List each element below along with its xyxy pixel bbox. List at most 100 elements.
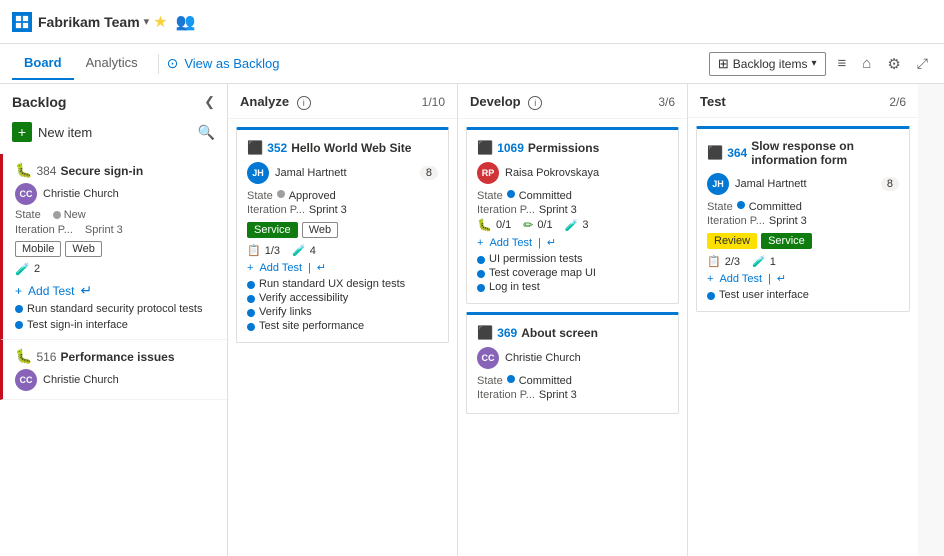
- state-val-369: Committed: [519, 375, 572, 387]
- test-label-1069-2: Log in test: [489, 281, 540, 293]
- wi-id-364: 364: [727, 146, 747, 160]
- wi-352-state: State Approved: [247, 190, 438, 202]
- wi-test-352-3: Test site performance: [247, 320, 438, 332]
- test-dot-1069-2: [477, 284, 485, 292]
- backlog-card-384: 🐛 384 Secure sign-in CC Christie Church …: [0, 154, 227, 340]
- new-item-label: New item: [38, 125, 92, 140]
- add-test-label-1069: Add Test: [489, 237, 532, 249]
- nav-bar: Board Analytics ⊙ View as Backlog ⊞ Back…: [0, 44, 944, 84]
- flask-1069: 3: [582, 219, 588, 231]
- backlog-column: Backlog ❮ + New item 🔍 🐛 384 Secure sign…: [0, 84, 228, 556]
- wi-test-352-2: Verify links: [247, 306, 438, 318]
- search-icon[interactable]: 🔍: [198, 124, 215, 141]
- wi-card-364: ⬛ 364 Slow response on information form …: [696, 126, 910, 312]
- card-384-header: 🐛 384 Secure sign-in: [15, 162, 215, 179]
- add-test-label-352: Add Test: [259, 262, 302, 274]
- test-prog-1069: 0/1: [537, 219, 552, 231]
- state-val-1069: Committed: [519, 190, 572, 202]
- backlog-items-btn[interactable]: ⊞ Backlog items ▾: [709, 52, 826, 76]
- fullscreen-icon[interactable]: ⤢: [913, 51, 932, 76]
- wi-title-1069[interactable]: Permissions: [528, 141, 599, 155]
- develop-column: Develop i 3/6 ⬛ 1069 Permissions RP: [458, 84, 688, 556]
- wi-1069-progress: 🐛 0/1 ✏ 0/1 🧪 3: [477, 218, 668, 232]
- tab-analytics[interactable]: Analytics: [74, 47, 150, 80]
- iteration-384: Sprint 3: [85, 224, 123, 236]
- flask-364: 1: [770, 256, 776, 268]
- wi-369-header: ⬛ 369 About screen: [477, 325, 668, 341]
- refresh-icon-1069: ↵: [547, 236, 556, 249]
- nav-divider: [158, 54, 159, 74]
- test-dot-352-3: [247, 323, 255, 331]
- nav-right: ⊞ Backlog items ▾ ≡ ⌂ ⚙ ⤢: [709, 51, 932, 77]
- avatar-jamal-364: JH: [707, 173, 729, 195]
- wi-364-iter: Iteration P... Sprint 3: [707, 215, 899, 227]
- wi-title-369[interactable]: About screen: [521, 326, 598, 340]
- tab-board[interactable]: Board: [12, 47, 74, 80]
- add-test-364[interactable]: + Add Test | ↵: [707, 272, 899, 285]
- backlog-collapse-icon[interactable]: ❮: [204, 94, 215, 110]
- view-as-icon: ⊙: [167, 55, 179, 72]
- add-test-384[interactable]: + Add Test ↵: [15, 282, 215, 299]
- wi-364-header: ⬛ 364 Slow response on information form: [707, 139, 899, 167]
- team-name[interactable]: Fabrikam Team: [38, 14, 140, 30]
- wi-test-1069-0: UI permission tests: [477, 253, 668, 265]
- wi-title-352[interactable]: Hello World Web Site: [291, 141, 411, 155]
- card-516-id: 516: [36, 350, 56, 364]
- bug-prog-1069: 0/1: [496, 219, 511, 231]
- filter-icon[interactable]: ⌂: [858, 51, 875, 76]
- sprint-member-icon[interactable]: 👥: [176, 12, 196, 32]
- develop-count: 3/6: [658, 95, 675, 109]
- team-dropdown-icon[interactable]: ▾: [144, 15, 150, 28]
- wi-card-369: ⬛ 369 About screen CC Christie Church St…: [466, 312, 679, 414]
- wi-test-1069-2: Log in test: [477, 281, 668, 293]
- progress-364: 2/3: [725, 256, 740, 268]
- flask-icon-364: 🧪: [752, 255, 766, 268]
- backlog-items-label: Backlog items: [733, 57, 808, 71]
- favorite-icon[interactable]: ★: [153, 12, 167, 32]
- wi-364-tags: Review Service: [707, 233, 899, 249]
- state-dot-352: [277, 190, 285, 198]
- assignee-516: Christie Church: [43, 374, 119, 386]
- settings-icon[interactable]: ≡: [834, 51, 851, 76]
- card-516-title[interactable]: Performance issues: [60, 350, 174, 364]
- bug-progress-icon: 🐛: [477, 218, 492, 232]
- card-384-title[interactable]: Secure sign-in: [60, 164, 143, 178]
- tag-web: Web: [65, 241, 101, 257]
- wi-369-state: State Committed: [477, 375, 668, 387]
- analyze-count: 1/10: [422, 95, 445, 109]
- state-val-364: Committed: [749, 201, 802, 213]
- state-384: New: [64, 209, 86, 221]
- new-item-btn[interactable]: + New item 🔍: [0, 116, 227, 150]
- view-as-backlog[interactable]: ⊙ View as Backlog: [167, 55, 280, 72]
- assignee-364: Jamal Hartnett: [735, 178, 807, 190]
- test-label-384-1: Test sign-in interface: [27, 319, 128, 331]
- test-title: Test: [700, 94, 726, 109]
- test-dot: [15, 321, 23, 329]
- add-test-1069[interactable]: + Add Test | ↵: [477, 236, 668, 249]
- analyze-info-icon[interactable]: i: [297, 96, 311, 110]
- develop-info-icon[interactable]: i: [528, 96, 542, 110]
- test-384-0: Run standard security protocol tests: [15, 303, 215, 315]
- state-dot-364: [737, 201, 745, 209]
- avatar-jamal-352: JH: [247, 162, 269, 184]
- story-icon-364: 📋: [707, 255, 721, 268]
- assignee-352: Jamal Hartnett: [275, 167, 347, 179]
- wi-364-progress: 📋 2/3 🧪 1: [707, 255, 899, 268]
- backlog-dropdown-icon[interactable]: ▾: [811, 58, 816, 69]
- tag-web-352: Web: [302, 222, 338, 238]
- card-516-header: 🐛 516 Performance issues: [15, 348, 215, 365]
- card-384-flask: 🧪 2: [15, 262, 215, 276]
- add-test-352[interactable]: + Add Test | ↵: [247, 261, 438, 274]
- iter-val-1069: Sprint 3: [539, 204, 577, 216]
- gear-icon[interactable]: ⚙: [883, 51, 904, 77]
- wi-352-tags: Service Web: [247, 222, 438, 238]
- wi-352-avatar-row: JH Jamal Hartnett 8: [247, 162, 438, 184]
- wi-364-avatar-row: JH Jamal Hartnett 8: [707, 173, 899, 195]
- wi-title-364[interactable]: Slow response on information form: [751, 139, 899, 167]
- wi-test-352-0: Run standard UX design tests: [247, 278, 438, 290]
- wi-id-352: 352: [267, 141, 287, 155]
- wi-364-state: State Committed: [707, 201, 899, 213]
- tag-service-364: Service: [761, 233, 812, 249]
- backlog-header: Backlog ❮: [0, 84, 227, 116]
- wi-1069-state: State Committed: [477, 190, 668, 202]
